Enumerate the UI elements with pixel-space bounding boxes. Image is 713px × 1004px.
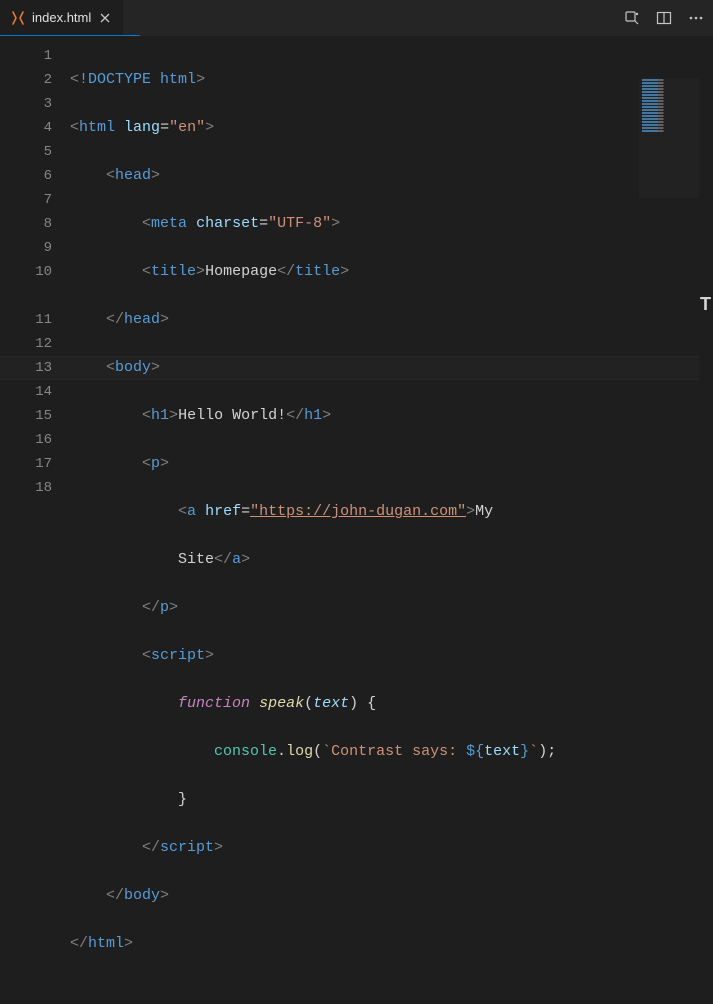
- minimap[interactable]: [639, 78, 699, 198]
- code-line[interactable]: <html lang="en">: [70, 116, 713, 140]
- line-number: 15: [0, 404, 70, 428]
- code-line[interactable]: Site</a>: [70, 548, 713, 572]
- line-number: 1: [0, 44, 70, 68]
- code-line[interactable]: </body>: [70, 884, 713, 908]
- line-number: 10: [0, 260, 70, 284]
- overview-cursor-marker: T: [700, 294, 711, 315]
- code-line[interactable]: function speak(text) {: [70, 692, 713, 716]
- line-number: 9: [0, 236, 70, 260]
- tab-index-html[interactable]: index.html: [0, 0, 123, 36]
- line-number: [0, 284, 70, 308]
- line-number: 18: [0, 476, 70, 500]
- line-number: 14: [0, 380, 70, 404]
- split-editor-icon[interactable]: [655, 9, 673, 27]
- editor-actions: [623, 0, 705, 36]
- code-content[interactable]: <!DOCTYPE html> <html lang="en"> <head> …: [70, 36, 713, 502]
- code-line[interactable]: <p>: [70, 452, 713, 476]
- scrollbar-track[interactable]: [699, 36, 713, 502]
- tab-bar: index.html: [0, 0, 713, 36]
- code-line[interactable]: </head>: [70, 308, 713, 332]
- find-icon[interactable]: [623, 9, 641, 27]
- line-number: 6: [0, 164, 70, 188]
- code-line[interactable]: }: [70, 788, 713, 812]
- line-number: 12: [0, 332, 70, 356]
- line-number: 13: [0, 356, 70, 380]
- tab-label: index.html: [32, 10, 91, 25]
- close-icon[interactable]: [97, 10, 113, 26]
- line-number: 3: [0, 92, 70, 116]
- code-line[interactable]: <!DOCTYPE html>: [70, 68, 713, 92]
- line-number: 2: [0, 68, 70, 92]
- code-line[interactable]: <title>Homepage</title>: [70, 260, 713, 284]
- line-number: 16: [0, 428, 70, 452]
- line-number: 17: [0, 452, 70, 476]
- code-line[interactable]: </p>: [70, 596, 713, 620]
- code-line[interactable]: </html>: [70, 932, 713, 956]
- line-number-gutter: 1 2 3 4 5 6 7 8 9 10 11 12 13 14 15 16 1…: [0, 36, 70, 502]
- code-line[interactable]: <body>: [70, 356, 713, 380]
- line-number: 7: [0, 188, 70, 212]
- code-line[interactable]: </script>: [70, 836, 713, 860]
- line-number: 4: [0, 116, 70, 140]
- html-file-icon: [10, 10, 26, 26]
- code-line[interactable]: <head>: [70, 164, 713, 188]
- code-line[interactable]: <meta charset="UTF-8">: [70, 212, 713, 236]
- code-line[interactable]: <a href="https://john-dugan.com">My: [70, 500, 713, 524]
- editor-area[interactable]: 1 2 3 4 5 6 7 8 9 10 11 12 13 14 15 16 1…: [0, 36, 713, 502]
- line-number: 5: [0, 140, 70, 164]
- line-number: 8: [0, 212, 70, 236]
- line-number: 11: [0, 308, 70, 332]
- code-line[interactable]: <script>: [70, 644, 713, 668]
- more-actions-icon[interactable]: [687, 9, 705, 27]
- code-line[interactable]: console.log(`Contrast says: ${text}`);: [70, 740, 713, 764]
- code-line[interactable]: <h1>Hello World!</h1>: [70, 404, 713, 428]
